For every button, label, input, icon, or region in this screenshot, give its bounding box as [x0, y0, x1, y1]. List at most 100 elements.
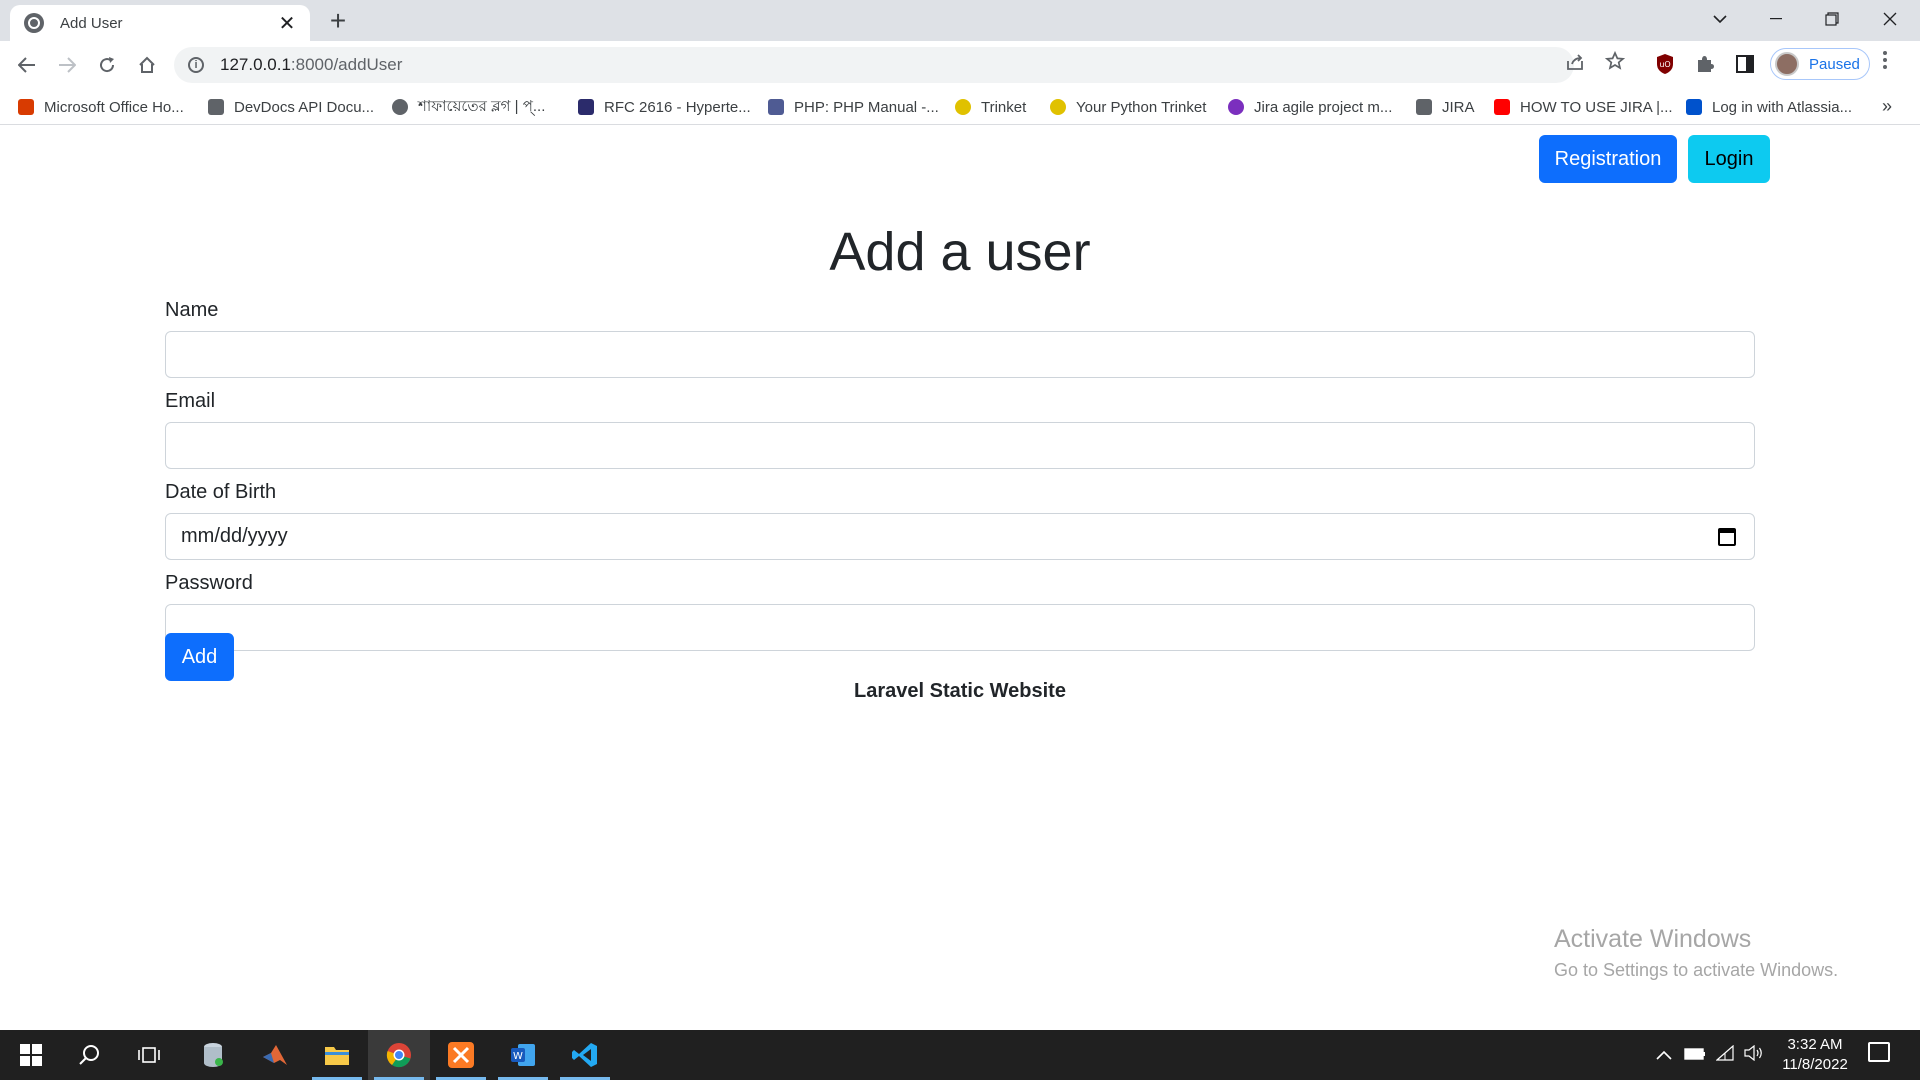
name-input[interactable]: [165, 331, 1755, 378]
close-tab-icon[interactable]: ✕: [276, 11, 298, 36]
chrome-icon[interactable]: [368, 1030, 430, 1080]
minimize-button[interactable]: [1748, 0, 1804, 38]
tab-title: Add User: [60, 14, 123, 32]
jira-icon: [1228, 99, 1244, 115]
bookmark-item[interactable]: শাফায়েতের ব্লগ | প্...: [392, 96, 545, 118]
network-icon[interactable]: [1715, 1044, 1734, 1066]
taskbar-clock[interactable]: 3:32 AM 11/8/2022: [1770, 1035, 1860, 1075]
devdocs-icon: [208, 99, 224, 115]
share-icon[interactable]: [1565, 53, 1585, 77]
watermark-subtitle: Go to Settings to activate Windows.: [1554, 960, 1839, 980]
bookmark-label: PHP: PHP Manual -...: [794, 98, 939, 116]
profile-button[interactable]: Paused: [1770, 48, 1870, 80]
bookmark-item[interactable]: RFC 2616 - Hyperte...: [578, 96, 751, 118]
back-icon[interactable]: [13, 51, 41, 79]
extensions-puzzle-icon[interactable]: [1692, 51, 1718, 77]
tab-add-user[interactable]: Add User ✕: [10, 5, 310, 41]
avatar: [1775, 52, 1799, 76]
bookmark-label: Microsoft Office Ho...: [44, 98, 184, 116]
bookmark-label: RFC 2616 - Hyperte...: [604, 98, 751, 116]
footer-text: Laravel Static Website: [854, 680, 1066, 702]
email-label: Email: [165, 390, 216, 412]
bookmark-item[interactable]: DevDocs API Docu...: [208, 96, 374, 118]
notifications-icon[interactable]: [1868, 1042, 1890, 1062]
site-info-icon[interactable]: i: [188, 57, 204, 73]
vscode-icon[interactable]: [554, 1030, 616, 1080]
home-icon[interactable]: [133, 51, 161, 79]
svg-text:W: W: [513, 1051, 523, 1062]
login-button[interactable]: Login: [1688, 135, 1770, 183]
bookmark-star-icon[interactable]: [1604, 50, 1626, 77]
ublock-icon[interactable]: uO: [1652, 51, 1678, 77]
profile-status: Paused: [1809, 55, 1860, 73]
bookmark-item[interactable]: Jira agile project m...: [1228, 96, 1392, 118]
clock-date: 11/8/2022: [1782, 1056, 1848, 1073]
bookmark-label: Log in with Atlassia...: [1712, 98, 1853, 116]
browser-toolbar: i 127.0.0.1:8000/addUser uO Paused: [0, 41, 1920, 89]
globe-icon: [24, 13, 44, 33]
password-input[interactable]: [165, 604, 1755, 651]
word-icon[interactable]: W: [492, 1030, 554, 1080]
add-button[interactable]: Add: [165, 633, 234, 681]
more-bookmarks-icon[interactable]: »: [1882, 96, 1892, 117]
activate-windows-watermark: Activate Windows Go to Settings to activ…: [1554, 925, 1838, 981]
trinket-icon: [955, 99, 971, 115]
bookmark-label: DevDocs API Docu...: [234, 98, 375, 116]
bookmark-label: শাফায়েতের ব্লগ | প্...: [418, 97, 546, 115]
page-content: Registration Login Add a user Name Email…: [0, 125, 1920, 1030]
new-tab-button[interactable]: +: [324, 6, 352, 36]
restore-button[interactable]: [1804, 0, 1860, 38]
bookmark-label: Your Python Trinket: [1076, 98, 1207, 116]
task-view-icon[interactable]: [118, 1030, 180, 1080]
xampp-icon[interactable]: [430, 1030, 492, 1080]
atlassian-icon: [1686, 99, 1702, 115]
bookmark-label: Jira agile project m...: [1254, 98, 1393, 116]
bookmark-item[interactable]: HOW TO USE JIRA |...: [1494, 96, 1673, 118]
registration-button[interactable]: Registration: [1539, 135, 1677, 183]
bookmark-label: Trinket: [981, 98, 1027, 116]
dob-placeholder: mm/dd/yyyy: [181, 525, 288, 547]
calendar-icon[interactable]: [1718, 528, 1736, 546]
add-user-form: Name Email Date of Birth mm/dd/yyyy Pass…: [165, 297, 1755, 661]
battery-icon[interactable]: [1684, 1045, 1706, 1065]
forward-icon[interactable]: [53, 51, 81, 79]
matlab-icon[interactable]: [244, 1030, 306, 1080]
trinket-icon: [1050, 99, 1066, 115]
globe-icon: [392, 99, 408, 115]
page-title: Add a user: [829, 222, 1091, 282]
password-label: Password: [165, 572, 253, 594]
dob-input[interactable]: mm/dd/yyyy: [165, 513, 1755, 560]
dob-label: Date of Birth: [165, 481, 277, 503]
youtube-icon: [1494, 99, 1510, 115]
side-panel-icon[interactable]: [1732, 51, 1758, 77]
close-window-button[interactable]: [1862, 0, 1918, 38]
reload-icon[interactable]: [93, 51, 121, 79]
browser-tab-strip: Add User ✕ +: [0, 0, 1920, 41]
watermark-title: Activate Windows: [1554, 925, 1752, 953]
email-input[interactable]: [165, 422, 1755, 469]
bookmark-item[interactable]: Your Python Trinket: [1050, 96, 1206, 118]
bookmark-label: HOW TO USE JIRA |...: [1520, 98, 1673, 116]
search-icon[interactable]: [58, 1030, 120, 1080]
file-explorer-icon[interactable]: [306, 1030, 368, 1080]
bookmark-item[interactable]: Trinket: [955, 96, 1026, 118]
menu-kebab-icon[interactable]: [1882, 50, 1888, 76]
rfc-icon: [578, 99, 594, 115]
bookmark-item[interactable]: Microsoft Office Ho...: [18, 96, 184, 118]
db-icon[interactable]: [182, 1030, 244, 1080]
bookmark-item[interactable]: Log in with Atlassia...: [1686, 96, 1852, 118]
address-bar[interactable]: i 127.0.0.1:8000/addUser: [174, 47, 1574, 83]
svg-text:uO: uO: [1659, 60, 1670, 69]
start-icon[interactable]: [0, 1030, 62, 1080]
php-icon: [768, 99, 784, 115]
url-text[interactable]: 127.0.0.1:8000/addUser: [220, 55, 402, 75]
windows-taskbar: W 3:32 AM 11/8/2022: [0, 1030, 1920, 1080]
volume-icon[interactable]: [1744, 1044, 1764, 1066]
jira-diamond-icon: [1416, 99, 1432, 115]
tab-search-chevron-icon[interactable]: [1692, 0, 1748, 38]
show-hidden-icons-icon[interactable]: [1656, 1045, 1672, 1065]
bookmark-item[interactable]: PHP: PHP Manual -...: [768, 96, 939, 118]
name-label: Name: [165, 299, 219, 321]
bookmark-item[interactable]: JIRA: [1416, 96, 1475, 118]
bookmarks-bar: » Microsoft Office Ho... DevDocs API Docu…: [0, 89, 1920, 125]
